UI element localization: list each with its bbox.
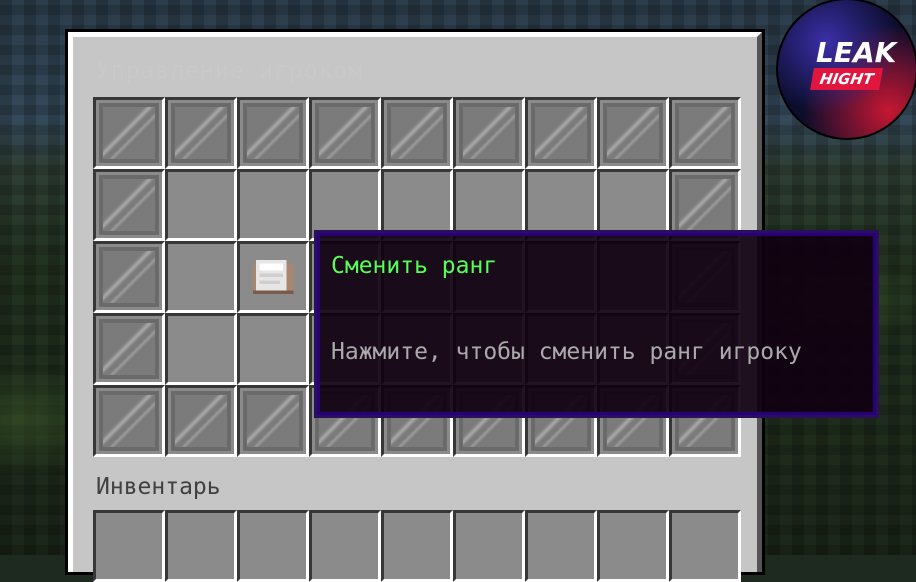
menu-slot[interactable] [165, 385, 237, 457]
menu-slot[interactable] [237, 385, 309, 457]
menu-slot[interactable] [165, 313, 237, 385]
menu-slot[interactable] [93, 97, 165, 169]
inventory-slot[interactable] [525, 510, 597, 582]
menu-slot[interactable] [237, 97, 309, 169]
menu-slot[interactable] [93, 169, 165, 241]
item-tooltip: Сменить ранг Нажмите, чтобы сменить ранг… [314, 230, 879, 418]
glass-pane-icon [459, 103, 519, 163]
glass-pane-icon [531, 103, 591, 163]
menu-slot[interactable] [597, 97, 669, 169]
glass-pane-icon [99, 247, 159, 307]
tooltip-title: Сменить ранг [331, 253, 498, 279]
logo-bottom-text: HIGHT [810, 68, 884, 90]
inventory-slot[interactable] [93, 510, 165, 582]
glass-pane-icon [171, 103, 231, 163]
glass-pane-icon [243, 391, 303, 451]
inventory-slot[interactable] [669, 510, 741, 582]
logo-top-text: LEAK [816, 36, 897, 69]
menu-slot[interactable] [669, 97, 741, 169]
menu-slot[interactable] [381, 97, 453, 169]
menu-slot[interactable] [165, 169, 237, 241]
menu-slot[interactable] [453, 97, 525, 169]
menu-slot[interactable] [525, 97, 597, 169]
menu-slot[interactable] [237, 313, 309, 385]
glass-pane-icon [99, 175, 159, 235]
menu-slot[interactable] [165, 241, 237, 313]
glass-pane-icon [387, 103, 447, 163]
glass-pane-icon [99, 391, 159, 451]
tooltip-description: Нажмите, чтобы сменить ранг игроку [331, 339, 802, 365]
inventory-slot[interactable] [381, 510, 453, 582]
menu-slot[interactable] [309, 97, 381, 169]
glass-pane-icon [171, 391, 231, 451]
change-rank-slot[interactable] [237, 241, 309, 313]
inventory-slot[interactable] [165, 510, 237, 582]
glass-pane-icon [315, 103, 375, 163]
menu-slot[interactable] [93, 241, 165, 313]
inventory-slot[interactable] [237, 510, 309, 582]
menu-slot[interactable] [165, 97, 237, 169]
menu-slot[interactable] [93, 313, 165, 385]
glass-pane-icon [99, 103, 159, 163]
inventory-slot[interactable] [453, 510, 525, 582]
paper-icon [246, 250, 300, 304]
glass-pane-icon [675, 175, 735, 235]
glass-pane-icon [675, 103, 735, 163]
glass-pane-icon [243, 103, 303, 163]
menu-slot[interactable] [93, 385, 165, 457]
glass-pane-icon [603, 103, 663, 163]
leakhight-logo: LEAK HIGHT [778, 0, 916, 138]
window-title: Управление игроком [96, 58, 364, 84]
inventory-slot[interactable] [309, 510, 381, 582]
menu-slot[interactable] [237, 169, 309, 241]
inventory-label: Инвентарь [96, 474, 221, 500]
inventory-slot[interactable] [597, 510, 669, 582]
glass-pane-icon [99, 319, 159, 379]
